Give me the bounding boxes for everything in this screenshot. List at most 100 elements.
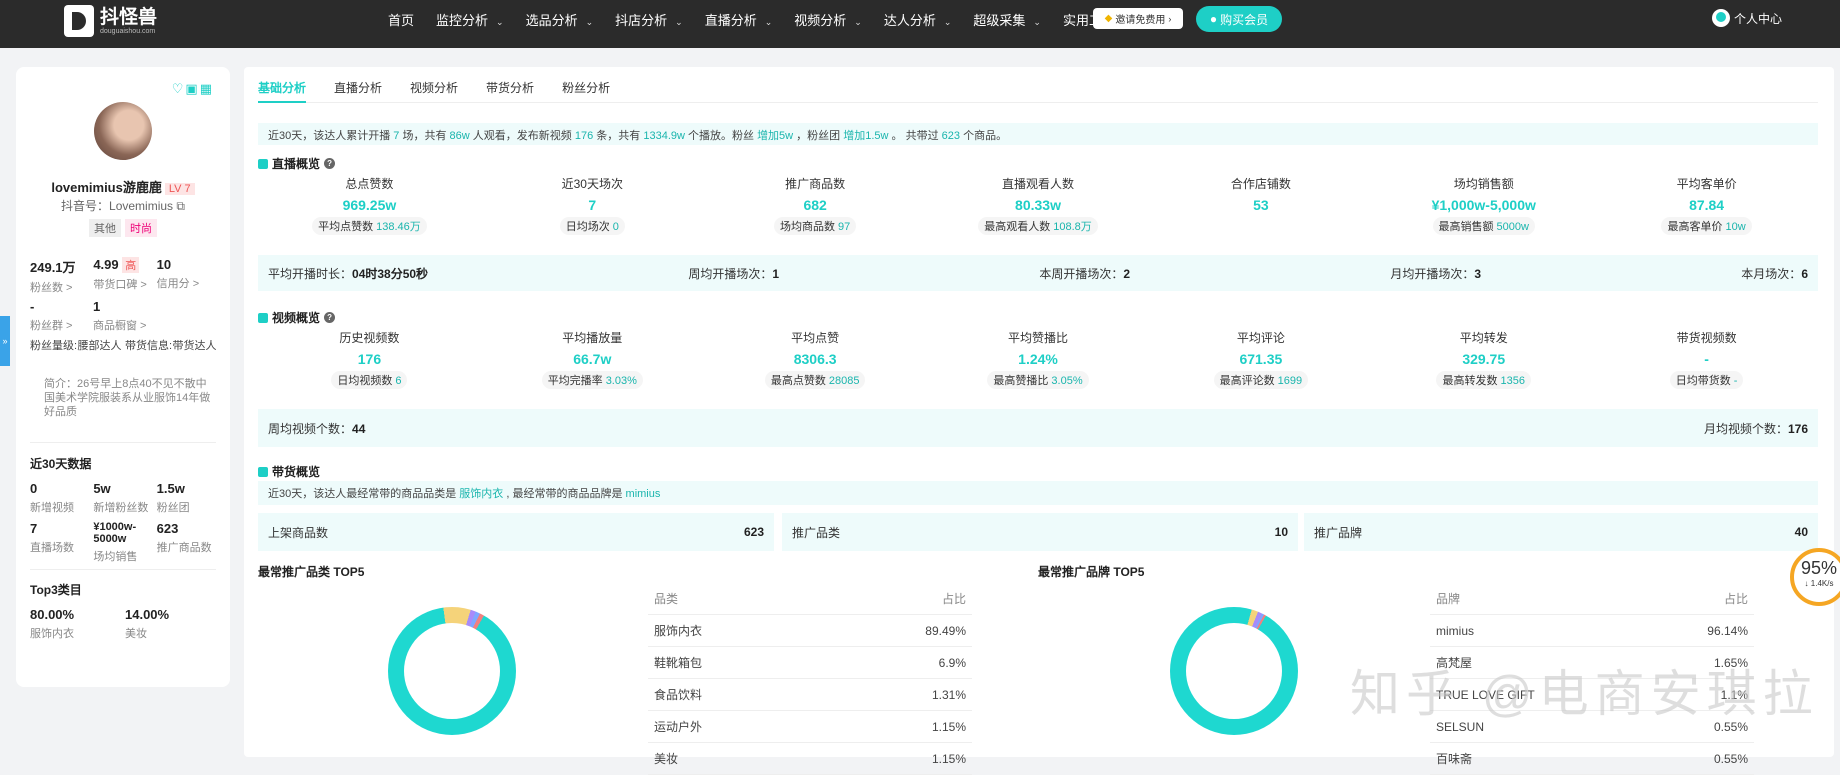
tag-fashion: 时尚 [125,219,157,237]
recent-stats-row2: 7 直播场数 ¥1000w-5000w 场均销售 623 推广商品数 [30,521,220,564]
row-percent: 6.9% [938,655,966,670]
credit-score-stat[interactable]: 10 信用分 > [157,257,220,295]
row-name: 鞋靴箱包 [654,656,703,670]
nav-item-4[interactable]: 直播分析 ⌄ [705,10,773,29]
nav-item-2[interactable]: 选品分析 ⌄ [526,10,594,29]
credit-score-value: 10 [156,257,172,272]
profile-stats-row2: - 粉丝群 > 1 商品橱窗 > [30,299,156,333]
band-label: 平均开播时长： [268,266,353,281]
kpi-value: 329.75 [1462,351,1506,367]
brand-table-header: 品牌 占比 [1430,583,1754,615]
live-band-item-4: 本月场次：6 [1741,265,1808,282]
reputation-stat[interactable]: 4.99 高 带货口碑 > [93,257,156,295]
row-name: 运动户外 [654,720,703,734]
nav-item-0[interactable]: 首页 [388,10,414,29]
buy-membership-label: 购买会员 [1220,12,1269,27]
band-label: 周均视频个数： [268,421,353,436]
kpi-sub-value: 1356 [1500,375,1525,387]
main-nav: 首页 监控分析 ⌄ 选品分析 ⌄ 抖店分析 ⌄ 直播分析 ⌄ 视频分析 ⌄ 达人分析 ⌄ 超级采集 ⌄ 实用工… [388,0,1153,38]
influencer-profile-card: ♡▣▦ lovemimius游鹿鹿 LV 7 抖音号：Lovemimius ⧉ 其… [16,67,230,687]
fan-level-value: 腰部达人 [77,340,122,352]
col-header: 占比 [1723,592,1748,606]
kpi-sub-label: 最高客单价 [1667,221,1723,233]
kpi-sub-value: 6 [395,375,402,387]
kpi-sub-value: 28085 [828,375,860,387]
kpi-sub-label: 场均商品数 [780,221,836,233]
divider [30,569,216,570]
fan-level-label: 粉丝量级: [30,340,78,352]
goods-summary: 近30天，该达人最经常带的商品品类是 服饰内衣 , 最经常带的商品品牌是 mim… [258,481,1818,505]
video-band-item-1: 月均视频个数：176 [1704,420,1808,437]
recent-30-days-title: 近30天数据 [30,457,92,471]
zhihu-watermark: 知乎 @电商安琪拉 [1350,666,1819,722]
live-frequency-band: 平均开播时长：04时38分50秒 周均开播场次：1 本周开播场次：2 月均开播场次：3… [258,255,1818,291]
network-speed-widget: 95% ↓ 1.4K/s [1790,548,1840,606]
tab-live-analysis[interactable]: 直播分析 [334,67,382,103]
kpi-sub-label: 最高评论数 [1219,375,1275,387]
tab-basic-analysis[interactable]: 基础分析 [258,67,307,103]
divider [30,442,216,443]
douyin-id: 抖音号：Lovemimius ⧉ [16,197,230,214]
kpi-sub: 最高评论数 1699 [1213,371,1309,389]
side-collapse-toggle[interactable]: » [0,316,10,366]
help-icon[interactable]: ? [324,312,336,323]
row-name: mimius [1436,623,1474,638]
category-table-header: 品类 占比 [648,583,972,615]
table-row: 服饰内衣 89.49% [648,615,972,647]
nav-item-1[interactable]: 监控分析 ⌄ [436,10,504,29]
kpi-sub-value: 3.03% [605,375,637,387]
nav-item-6[interactable]: 达人分析 ⌄ [884,10,952,29]
band-value: 3 [1474,266,1482,281]
nav-item-label: 抖店分析 [615,12,668,28]
live-kpi-4: 合作店铺数 53 [1149,175,1372,235]
user-center-link[interactable]: 个人中心 [1712,9,1782,27]
nav-item-label: 达人分析 [883,12,936,28]
buy-membership-button[interactable]: ● 购买会员 [1196,6,1282,32]
col-header: 占比 [941,592,966,606]
nav-item-5[interactable]: 视频分析 ⌄ [794,10,862,29]
copy-icon[interactable]: ⧉ [176,199,185,213]
invite-free-button[interactable]: ◆ 邀请免费用 › [1093,8,1183,29]
tab-sales-analysis[interactable]: 带货分析 [486,67,534,103]
site-logo[interactable]: 抖怪兽 douguaishou.com [64,5,157,37]
kpi-sub-label: 平均完播率 [547,375,603,387]
chevron-down-icon: ⌄ [764,16,773,27]
nav-item-label: 首页 [388,12,415,28]
fans-count-label: 粉丝数 > [30,282,73,294]
fans-count-stat[interactable]: 249.1万 粉丝数 > [30,257,93,295]
kpi-value: 1.24% [1018,351,1058,367]
nav-item-7[interactable]: 超级采集 ⌄ [973,10,1041,29]
row-percent: 1.15% [931,719,966,734]
promoted-category-value: 10 [1274,525,1288,539]
profile-action-icons[interactable]: ♡▣▦ [172,81,214,97]
kpi-label: 历史视频数 [339,331,400,345]
kpi-sub-value: 0 [612,221,619,233]
credit-score-label: 信用分 > [156,278,200,290]
table-row: 运动户外 1.15% [648,711,972,743]
kpi-sub: 平均完播率 3.03% [541,371,643,389]
logo-domain: douguaishou.com [100,27,156,35]
kpi-label: 平均赞播比 [1008,331,1069,345]
video-kpi-6: 带货视频数 - 日均带货数 - [1595,329,1818,389]
kpi-label: 近30天场次 [561,177,623,191]
nav-item-3[interactable]: 抖店分析 ⌄ [615,10,683,29]
showcase-stat[interactable]: 1 商品橱窗 > [93,299,156,333]
help-icon[interactable]: ? [324,158,336,169]
promoted-brand-label: 推广品牌 [1314,525,1363,540]
kpi-value: 7 [588,197,597,213]
selling-info-value: 带货达人 [172,340,217,352]
kpi-sub-label: 日均带货数 [1675,375,1731,387]
fan-group-stat[interactable]: - 粉丝群 > [30,299,93,333]
influencer-name: lovemimius游鹿鹿 LV 7 [16,177,230,196]
live-band-item-3: 月均开播场次：3 [1390,265,1481,282]
video-kpi-3: 平均赞播比 1.24% 最高赞播比 3.05% [927,329,1150,389]
kpi-sub: 场均商品数 97 [774,217,857,235]
live-kpi-2: 推广商品数 682 场均商品数 97 [704,175,927,235]
chevron-down-icon: ⌄ [1033,16,1041,27]
top3-category-title: Top3类目 [30,583,82,597]
promoted-brand-value: 40 [1794,525,1808,539]
tab-fans-analysis[interactable]: 粉丝分析 [562,67,610,103]
kpi-sub-label: 最高转发数 [1442,375,1498,387]
tab-video-analysis[interactable]: 视频分析 [410,67,458,103]
kpi-label: 总点赞数 [345,177,394,191]
